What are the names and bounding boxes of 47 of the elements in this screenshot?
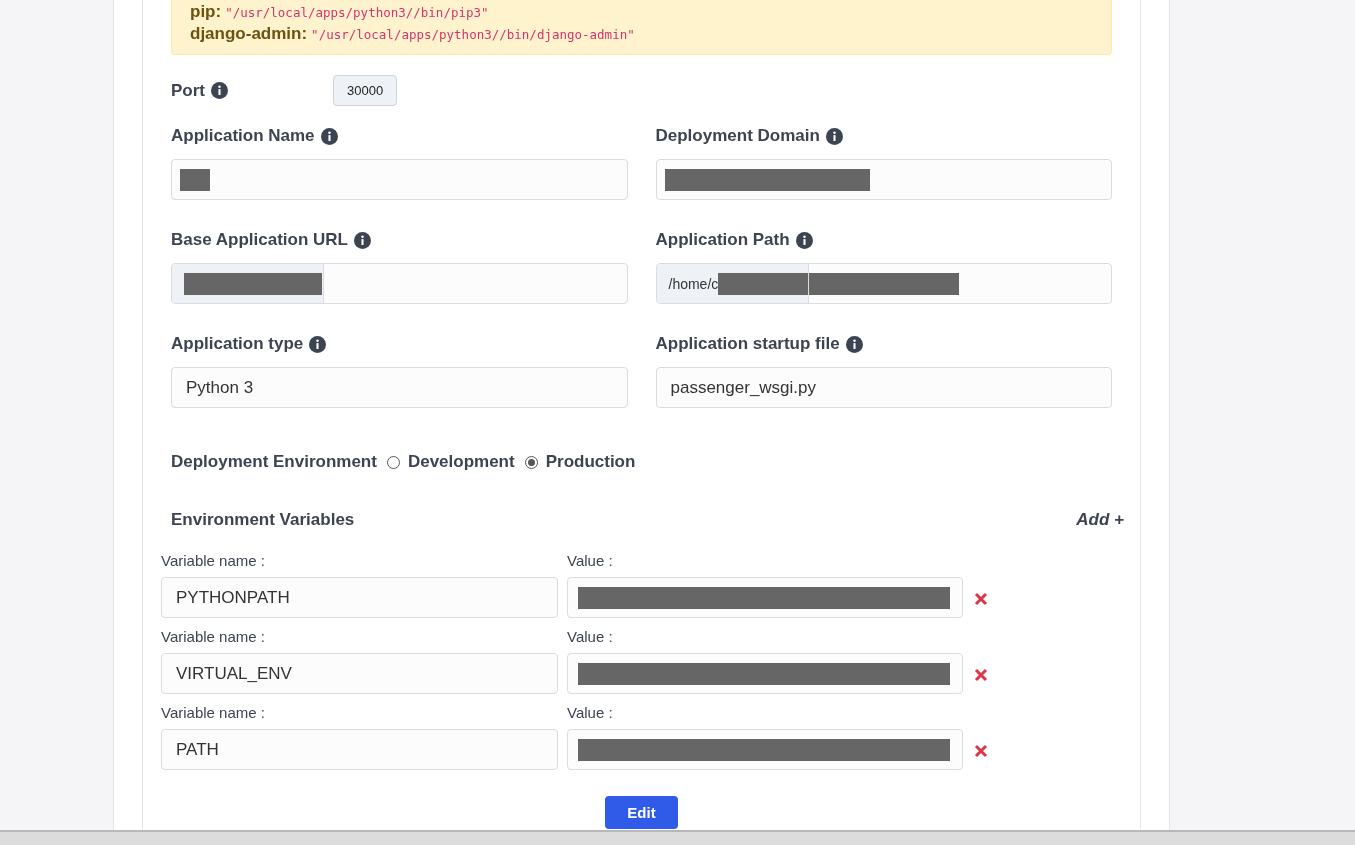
edit-button[interactable]: Edit	[605, 796, 678, 829]
field-label: Application type	[171, 334, 304, 354]
value-label: Value :	[567, 628, 614, 645]
radio-option[interactable]: Development	[386, 452, 515, 472]
input-field[interactable]	[567, 577, 963, 618]
value-label: Value :	[567, 704, 614, 721]
input-field[interactable]	[171, 159, 628, 200]
input-field[interactable]	[655, 159, 1112, 200]
info-icon	[825, 127, 843, 145]
info-icon	[309, 335, 327, 353]
close-icon	[974, 744, 988, 758]
info-icon	[795, 231, 813, 249]
section-title: Environment Variables	[171, 510, 355, 530]
input-field[interactable]: PATH	[161, 729, 558, 770]
input-field[interactable]	[171, 263, 628, 304]
field-label: Port	[171, 80, 205, 101]
info-icon	[845, 335, 863, 353]
input-field[interactable]: /home/c	[655, 263, 1112, 304]
variable-label: Variable name :	[161, 704, 266, 721]
port-field: 30000	[333, 75, 398, 106]
value-label: Value :	[567, 552, 614, 569]
field-label: Deployment Environment	[171, 452, 377, 472]
radio-option[interactable]: Production	[524, 452, 636, 472]
path-text: "/usr/local/apps/python3//bin/pip3"	[225, 5, 489, 20]
info-icon	[353, 231, 371, 249]
field-label: Base Application URL	[171, 230, 348, 250]
input-field[interactable]: PYTHONPATH	[161, 577, 558, 618]
variable-label: Variable name :	[161, 552, 266, 569]
input-field[interactable]	[567, 729, 963, 770]
variable-label: Variable name :	[161, 628, 266, 645]
notice-label: django-admin:	[190, 24, 308, 44]
input-field[interactable]: VIRTUAL_ENV	[161, 653, 558, 694]
info-icon	[211, 82, 228, 99]
info-icon	[320, 127, 338, 145]
path-prefix: /home/c	[668, 275, 719, 292]
input-field[interactable]: Python 3	[171, 367, 628, 408]
field-label: Application Path	[655, 230, 790, 250]
input-field[interactable]	[567, 653, 963, 694]
notice-label: pip:	[190, 2, 222, 22]
add-link[interactable]: Add +	[1076, 510, 1124, 530]
field-label: Deployment Domain	[655, 126, 820, 146]
close-icon	[974, 592, 988, 606]
field-label: Application Name	[171, 126, 315, 146]
field-label: Application startup file	[655, 334, 840, 354]
close-icon	[974, 668, 988, 682]
path-text: "/usr/local/apps/python3//bin/django-admin"	[311, 27, 635, 42]
input-field[interactable]: passenger_wsgi.py	[655, 367, 1112, 408]
